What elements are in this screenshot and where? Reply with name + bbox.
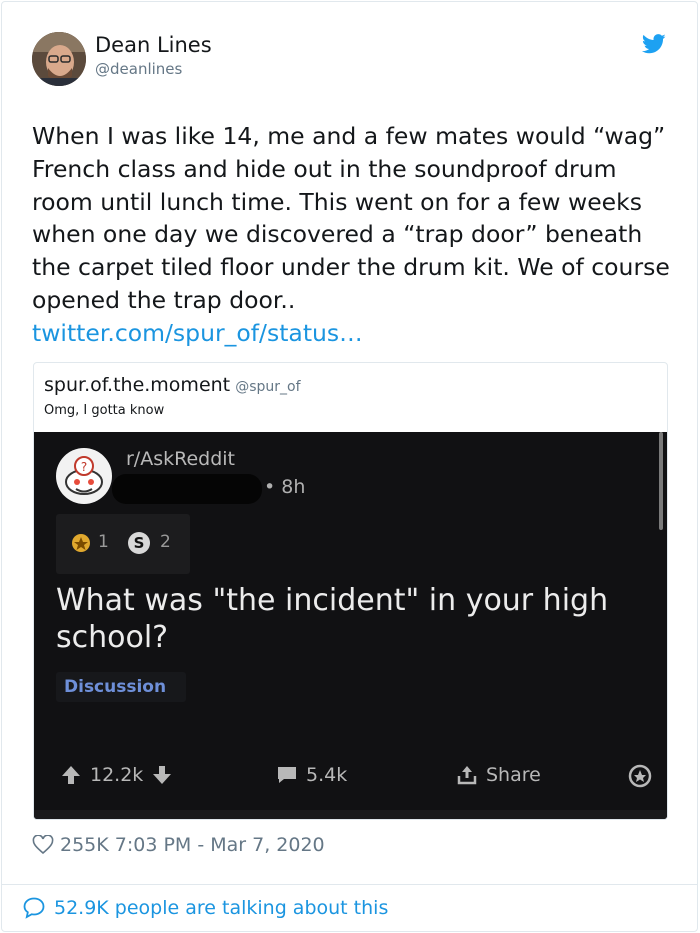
tweet-timestamp[interactable]: 7:03 PM - Mar 7, 2020	[115, 834, 325, 856]
talking-count[interactable]: 52.9K people are talking about this	[54, 897, 388, 919]
gold-award-count: 1	[98, 532, 109, 552]
vote-group: 12.2k	[60, 764, 173, 786]
upvote-count: 12.2k	[90, 764, 144, 786]
author-avatar[interactable]	[32, 32, 86, 86]
post-age: • 8h	[264, 476, 306, 498]
tweet-link[interactable]: twitter.com/spur_of/status…	[32, 319, 363, 347]
comment-icon	[278, 767, 296, 783]
reddit-action-bar: 12.2k 5.4k Share	[34, 750, 667, 802]
tweet-text: When I was like 14, me and a few mates w…	[32, 122, 678, 314]
awards-box: 1 S 2	[56, 514, 190, 574]
snoo-avatar-icon: ?	[56, 448, 112, 504]
twitter-bird-icon[interactable]	[642, 34, 666, 54]
quoted-author-name[interactable]: spur.of.the.moment	[44, 374, 230, 396]
svg-text:?: ?	[81, 460, 87, 474]
downvote-arrow-icon	[153, 766, 172, 784]
silver-award-icon: S	[128, 532, 150, 554]
gold-award-icon	[72, 534, 90, 552]
author-name[interactable]: Dean Lines	[95, 32, 212, 58]
tweet-meta: 255K 7:03 PM - Mar 7, 2020	[32, 832, 325, 858]
screenshot-scrollbar	[659, 432, 663, 530]
comment-count: 5.4k	[306, 764, 348, 786]
silver-award-count: 2	[160, 532, 171, 552]
quoted-author-handle[interactable]: @spur_of	[235, 379, 300, 395]
like-count[interactable]: 255K	[60, 834, 109, 856]
author-handle[interactable]: @deanlines	[95, 58, 212, 80]
speech-bubble-icon	[23, 897, 45, 919]
award-button-group	[628, 764, 652, 788]
footer-divider	[1, 884, 698, 885]
reddit-screenshot[interactable]: ? r/AskReddit • 8h 1 S 2 What was "the i…	[34, 432, 667, 819]
heart-icon[interactable]	[32, 835, 54, 855]
tweet-body: When I was like 14, me and a few mates w…	[32, 120, 672, 350]
post-flair: Discussion	[56, 672, 186, 702]
quoted-tweet[interactable]: spur.of.the.moment @spur_of Omg, I gotta…	[33, 362, 668, 820]
subreddit-name: r/AskReddit	[126, 448, 235, 470]
redacted-username	[112, 474, 262, 504]
comments-group: 5.4k	[276, 764, 347, 786]
reddit-post-title: What was "the incident" in your high sch…	[56, 583, 609, 655]
upvote-arrow-icon	[62, 766, 80, 784]
conversation-footer[interactable]: 52.9K people are talking about this	[22, 895, 388, 921]
give-award-icon	[628, 764, 652, 788]
tweet-header: Dean Lines @deanlines	[32, 32, 672, 86]
screenshot-bottom-bar	[34, 810, 667, 819]
share-icon	[457, 766, 477, 785]
share-group: Share	[456, 764, 541, 786]
quoted-tweet-text: Omg, I gotta know	[44, 403, 165, 418]
share-label: Share	[486, 764, 541, 786]
